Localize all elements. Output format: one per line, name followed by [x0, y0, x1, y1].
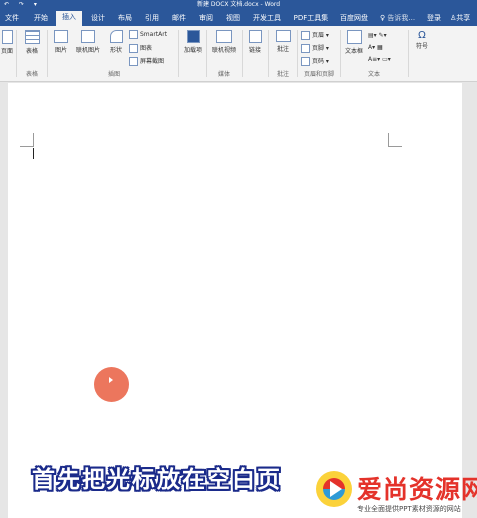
shapes-icon [109, 30, 123, 43]
footer-icon [301, 44, 310, 53]
tell-me-search[interactable]: ♀ 告诉我... [380, 12, 415, 25]
tab-view[interactable]: 视图 [222, 12, 244, 26]
smartart-button[interactable]: SmartArt [129, 30, 167, 39]
title-bar: ↶ ↷ ▾ 新建 DOCX 文档.docx - Word [0, 0, 477, 9]
group-label-comments: 批注 [276, 71, 289, 78]
group-label-header-footer: 页眉和页脚 [303, 71, 334, 78]
watermark-logo [316, 471, 352, 507]
tab-developer[interactable]: 开发工具 [249, 12, 285, 26]
group-divider [206, 30, 207, 77]
tab-layout[interactable]: 布局 [114, 12, 136, 26]
link-button[interactable]: 链接 [245, 30, 265, 54]
tab-insert[interactable]: 插入 [56, 11, 82, 26]
tab-review[interactable]: 审阅 [195, 12, 217, 26]
drop-cap-icon: A≡▾ [368, 56, 381, 63]
signature-line-icon: ✎▾ [378, 32, 387, 39]
header-button[interactable]: 页眉 ▾ [301, 30, 329, 40]
page-number-icon [301, 57, 310, 66]
lightbulb-icon: ♀ [380, 14, 386, 22]
object-icon: ▭▾ [382, 56, 391, 63]
smartart-icon [129, 30, 138, 39]
tab-pdf-tools[interactable]: PDF工具集 [291, 12, 331, 26]
pointer-icon [109, 377, 113, 383]
group-label-tables: 表格 [25, 71, 38, 78]
tab-mailings[interactable]: 邮件 [168, 12, 190, 26]
chart-icon [129, 44, 138, 53]
addins-icon [186, 30, 200, 43]
addins-button[interactable]: 加载项 [182, 30, 204, 54]
group-label-illustrations: 插图 [107, 71, 120, 78]
watermark-tagline: 专业全面提供PPT素材资源的网站 [357, 505, 461, 513]
shapes-button[interactable]: 形状 [105, 30, 127, 54]
pages-button[interactable]: 页面 [0, 30, 14, 55]
ribbon-insert: 页面 表格 表格 图片 联机图片 形状 SmartArt 图表 屏幕截图 插图 … [0, 26, 477, 82]
login-button[interactable]: 登录 [427, 12, 441, 25]
date-time-icon: ▦ [377, 44, 383, 51]
picture-button[interactable]: 图片 [51, 30, 71, 54]
group-divider [242, 30, 243, 77]
tab-home[interactable]: 开始 [30, 12, 52, 26]
comment-button[interactable]: 批注 [272, 30, 294, 53]
page-icon [1, 30, 13, 44]
group-divider [16, 30, 17, 77]
tab-design[interactable]: 设计 [87, 12, 109, 26]
comment-icon [275, 30, 291, 42]
tab-baidu-netdisk[interactable]: 百度网盘 [337, 12, 371, 26]
share-button[interactable]: ♙共享 [450, 12, 470, 25]
online-picture-icon [81, 30, 95, 43]
group-label-text: 文本 [367, 71, 380, 78]
online-picture-button[interactable]: 联机图片 [73, 30, 103, 54]
video-icon [216, 30, 232, 43]
text-tools[interactable]: ▤▾ ✎▾ A▾ ▦ A≡▾ ▭▾ [368, 30, 406, 66]
group-divider [47, 30, 48, 77]
margin-mark-top-left [20, 133, 34, 147]
tab-references[interactable]: 引用 [141, 12, 163, 26]
document-page[interactable] [8, 83, 462, 518]
link-icon [248, 30, 262, 43]
screenshot-icon [129, 57, 138, 66]
textbox-icon [346, 30, 362, 44]
chart-button[interactable]: 图表 [129, 43, 152, 53]
group-divider [340, 30, 341, 77]
ribbon-tab-row: 文件 开始 插入 设计 布局 引用 邮件 审阅 视图 开发工具 PDF工具集 百… [0, 9, 477, 26]
symbol-button[interactable]: Ω 符号 [412, 30, 432, 50]
table-icon [24, 30, 40, 44]
cursor-highlight [94, 367, 129, 402]
header-icon [301, 31, 310, 40]
group-divider [408, 30, 409, 77]
group-divider [178, 30, 179, 77]
window-title: 新建 DOCX 文档.docx - Word [196, 1, 281, 8]
group-divider [268, 30, 269, 77]
text-caret [33, 148, 34, 159]
screenshot-button[interactable]: 屏幕截图 [129, 56, 164, 66]
wordart-icon: A▾ [368, 44, 376, 51]
group-label-media: 媒体 [217, 71, 230, 78]
quick-parts-icon: ▤▾ [368, 32, 377, 39]
tab-file[interactable]: 文件 [2, 12, 22, 26]
margin-mark-top-right [388, 133, 402, 147]
textbox-button[interactable]: 文本框 [343, 30, 365, 55]
video-subtitle: 首先把光标放在空白页 [32, 467, 282, 493]
table-button[interactable]: 表格 [20, 30, 44, 55]
picture-icon [54, 30, 68, 43]
watermark-name: 爱尚资源网 [357, 475, 477, 504]
omega-icon: Ω [418, 30, 426, 41]
online-video-button[interactable]: 联机视频 [208, 30, 240, 54]
footer-button[interactable]: 页脚 ▾ [301, 43, 329, 53]
page-number-button[interactable]: 页码 ▾ [301, 56, 329, 66]
